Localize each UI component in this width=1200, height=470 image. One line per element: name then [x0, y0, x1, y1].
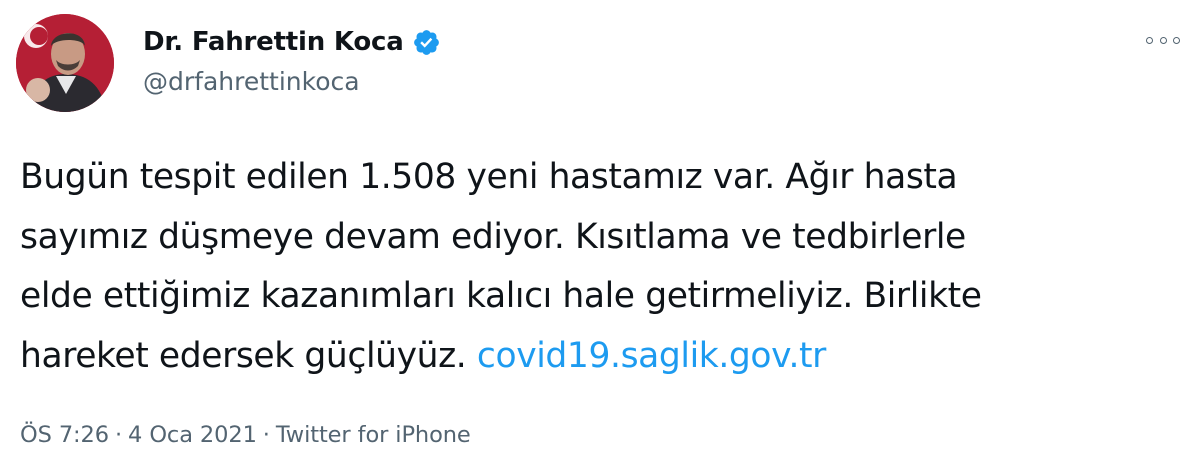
tweet-meta: ÖS 7:26 · 4 Oca 2021 · Twitter for iPhone	[20, 420, 471, 450]
tweet-link[interactable]: covid19.saglik.gov.tr	[477, 336, 826, 376]
tweet-timestamp[interactable]: ÖS 7:26 · 4 Oca 2021	[20, 422, 257, 448]
meta-separator: ·	[262, 422, 270, 448]
more-options-button[interactable]	[1146, 30, 1180, 50]
tweet-time: ÖS 7:26	[20, 422, 109, 448]
verified-badge-icon	[412, 28, 441, 57]
tweet-text-line: hareket edersek güçlüyüz. covid19.saglik…	[20, 327, 1185, 387]
more-options-icon	[1159, 36, 1167, 44]
tweet-source[interactable]: Twitter for iPhone	[276, 422, 471, 448]
meta-separator: ·	[114, 422, 123, 448]
avatar-photo-icon	[16, 14, 114, 112]
more-options-icon	[1146, 36, 1153, 44]
tweet-text-line: Bugün tespit edilen 1.508 yeni hastamız …	[20, 157, 958, 197]
more-options-icon	[1173, 36, 1180, 44]
author-name[interactable]: Dr. Fahrettin Koca	[143, 26, 441, 58]
tweet-text-segment: hareket edersek güçlüyüz.	[20, 335, 477, 376]
tweet-text-line: sayımız düşmeye devam ediyor. Kısıtlama …	[20, 216, 966, 257]
author-name-text: Dr. Fahrettin Koca	[143, 27, 404, 57]
tweet-date: 4 Oca 2021	[128, 422, 257, 448]
author-handle[interactable]: @drfahrettinkoca	[143, 67, 360, 97]
tweet-text-line: elde ettiğimiz kazanımları kalıcı hale g…	[20, 276, 982, 316]
tweet-text: Bugün tespit edilen 1.508 yeni hastamız …	[20, 148, 1185, 386]
author-avatar[interactable]	[16, 14, 114, 112]
tweet-card: Dr. Fahrettin Koca @drfahrettinkoca Bugü…	[0, 0, 1200, 470]
